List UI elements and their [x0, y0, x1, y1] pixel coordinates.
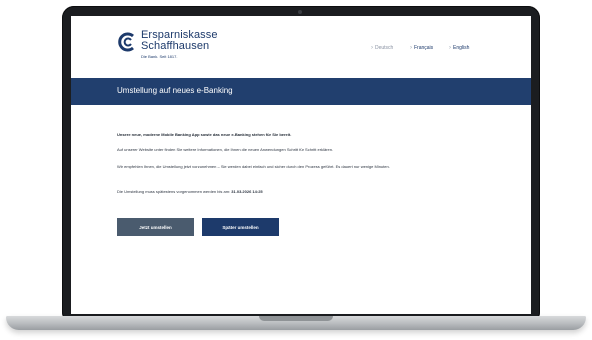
deadline-prefix: Die Umstellung muss spätestens vorgenomm…	[117, 189, 231, 194]
bank-logo-icon	[118, 32, 134, 52]
laptop-lid: Ersparniskasse Schaffhausen Die Bank. Se…	[62, 6, 540, 324]
deadline-text: Die Umstellung muss spätestens vorgenomm…	[117, 189, 492, 195]
laptop-screen: Ersparniskasse Schaffhausen Die Bank. Se…	[71, 16, 531, 314]
language-label: Français	[414, 45, 434, 51]
language-label: Deutsch	[375, 45, 394, 51]
site-header: Ersparniskasse Schaffhausen Die Bank. Se…	[71, 16, 531, 78]
page-title: Umstellung auf neues e-Banking	[117, 86, 233, 95]
language-link-deutsch[interactable]: › Deutsch	[371, 45, 393, 51]
bank-tagline: Die Bank. Seit 1817.	[141, 54, 178, 59]
intro-headline: Unsere neue, moderne Mobile Banking App …	[117, 132, 292, 137]
laptop-notch	[259, 316, 333, 321]
chevron-right-icon: ›	[371, 45, 373, 51]
switch-later-button[interactable]: Später umstellen	[202, 218, 279, 236]
info-text: Auf unserer Website unter finden Sie wei…	[117, 147, 334, 152]
language-link-english[interactable]: › English	[449, 45, 469, 51]
deadline-date: 31.03.2026 14:25	[231, 189, 263, 194]
bank-name-line2: Schaffhausen	[141, 40, 210, 52]
recommendation-text: Wir empfehlen Ihnen, die Umstellung jetz…	[117, 164, 390, 169]
laptop-base	[6, 316, 586, 330]
chevron-right-icon: ›	[449, 45, 451, 51]
webcam-icon	[298, 10, 302, 14]
language-link-francais[interactable]: › Français	[410, 45, 433, 51]
language-label: English	[453, 45, 470, 51]
page-banner: Umstellung auf neues e-Banking	[71, 78, 531, 105]
switch-now-button[interactable]: Jetzt umstellen	[117, 218, 194, 236]
chevron-right-icon: ›	[410, 45, 412, 51]
